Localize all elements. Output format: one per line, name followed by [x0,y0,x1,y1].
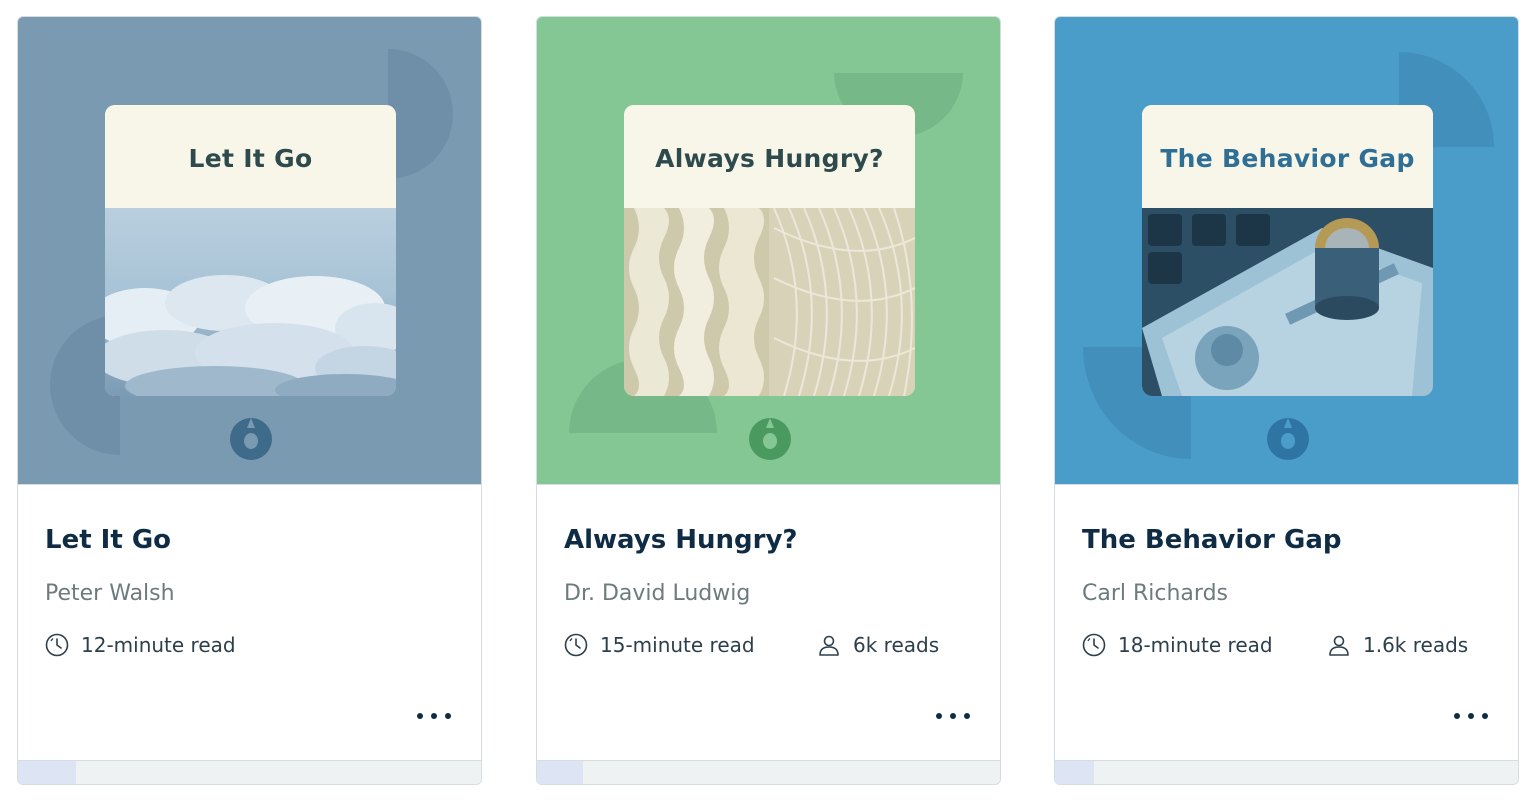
read-count-label: 1.6k reads [1363,633,1469,657]
progress-fill [537,761,584,784]
book-title[interactable]: Let It Go [45,525,171,555]
book-cover-area: Always Hungry? [537,17,1000,484]
cover-title: The Behavior Gap [1160,144,1415,173]
person-icon [1329,635,1349,656]
book-cover: Always Hungry? [624,105,915,396]
person-icon [819,635,839,656]
read-count: 6k reads [817,633,939,657]
book-card-grid: Let It Go Let It Go Peter Walsh 12-minut… [0,0,1536,808]
brand-logo-icon [230,418,272,460]
book-cover-area: Let It Go [18,17,481,484]
cover-title: Let It Go [188,144,313,173]
book-card[interactable]: Always Hungry? Always Hungry? Dr. David … [536,16,1001,785]
book-card[interactable]: Let It Go Let It Go Peter Walsh 12-minut… [17,16,482,785]
progress-bar [1055,760,1518,784]
more-options-icon[interactable] [417,707,451,725]
book-cover-area: The Behavior Gap [1055,17,1518,484]
clouds-image [105,208,396,396]
read-count: 1.6k reads [1327,633,1468,657]
book-author: Peter Walsh [45,581,175,606]
read-count-label: 6k reads [853,633,940,657]
more-options-icon[interactable] [936,707,970,725]
book-info: Always Hungry? Dr. David Ludwig 15-minut… [537,484,1000,761]
book-author: Dr. David Ludwig [564,581,751,606]
read-time-label: 18-minute read [1118,633,1273,657]
brand-logo-icon [1267,418,1309,460]
money-image [1142,208,1433,396]
read-time: 18-minute read [1082,633,1273,657]
progress-bar [537,760,1000,784]
progress-bar [18,760,481,784]
progress-fill [1055,761,1095,784]
book-cover: The Behavior Gap [1142,105,1433,396]
book-card[interactable]: The Behavior Gap The Behavior Gap Carl R… [1054,16,1519,785]
clock-icon [45,633,69,657]
read-time: 12-minute read [45,633,236,657]
brand-logo-icon [749,418,791,460]
clock-icon [1082,633,1106,657]
book-cover: Let It Go [105,105,396,396]
book-author: Carl Richards [1082,581,1228,606]
read-time: 15-minute read [564,633,755,657]
read-time-label: 15-minute read [600,633,755,657]
book-title[interactable]: Always Hungry? [564,525,798,555]
read-time-label: 12-minute read [81,633,236,657]
book-title[interactable]: The Behavior Gap [1082,525,1342,555]
progress-fill [18,761,76,784]
cover-title: Always Hungry? [655,144,884,173]
noodles-image [624,208,915,396]
book-info: Let It Go Peter Walsh 12-minute read [18,484,481,761]
book-info: The Behavior Gap Carl Richards 18-minute… [1055,484,1518,761]
clock-icon [564,633,588,657]
more-options-icon[interactable] [1454,707,1488,725]
